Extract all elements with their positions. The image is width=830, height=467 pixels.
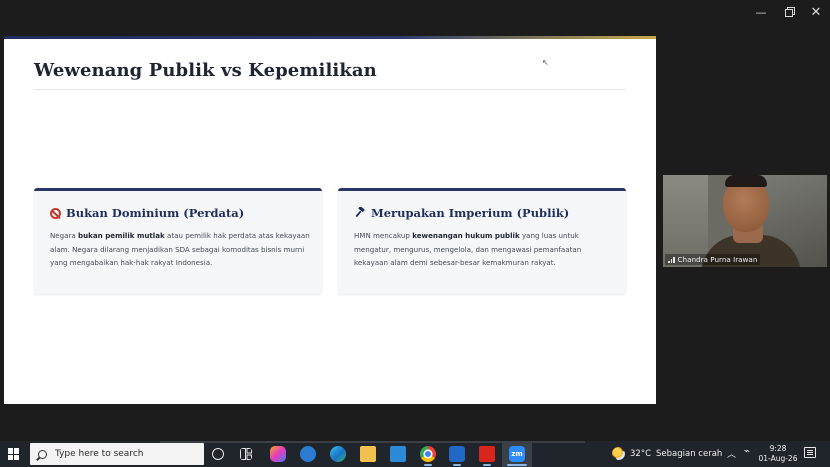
card-body-emphasis: bukan pemilik mutlak: [78, 231, 165, 240]
participant-name: Chandra Purna Irawan: [677, 255, 758, 264]
restore-icon: [785, 9, 793, 17]
card-body: Negara bukan pemilik mutlak atau pemilik…: [50, 229, 312, 270]
card-imperium: Merupakan Imperium (Publik) HMN mencakup…: [338, 188, 626, 294]
web-search-icon[interactable]: [300, 446, 316, 462]
maximize-button[interactable]: [782, 6, 796, 20]
minimize-button[interactable]: —: [754, 6, 768, 20]
card-title: Merupakan Imperium (Publik): [371, 206, 570, 220]
system-clock[interactable]: 9:28 01-Aug-26: [756, 444, 800, 464]
search-icon: [38, 449, 47, 459]
participant-name-tag: Chandra Purna Irawan: [665, 254, 761, 265]
card-header: Bukan Dominium (Perdata): [50, 206, 244, 220]
weather-temperature: 32°C: [630, 448, 652, 459]
pdf-reader-icon[interactable]: [479, 446, 495, 462]
screen: — ✕ Wewenang Publik vs Kepemilikan Bukan…: [0, 0, 830, 467]
mouse-cursor-icon: ↖: [542, 58, 549, 67]
task-view-icon[interactable]: [240, 448, 252, 460]
slide-title: Wewenang Publik vs Kepemilikan: [34, 60, 377, 81]
signal-icon: [668, 256, 675, 263]
edge-icon[interactable]: [330, 446, 346, 462]
chrome-icon[interactable]: [420, 446, 436, 462]
shared-slide: Wewenang Publik vs Kepemilikan Bukan Dom…: [4, 36, 656, 404]
running-indicator: [424, 464, 432, 466]
notification-icon[interactable]: [804, 447, 816, 458]
participant-video-tile[interactable]: Chandra Purna Irawan: [663, 175, 827, 267]
search-placeholder: Type here to search: [55, 449, 144, 459]
cortana-icon[interactable]: [212, 448, 224, 460]
windows-start-button[interactable]: [8, 448, 20, 460]
video-person: [725, 175, 767, 187]
chevron-up-icon[interactable]: ︿: [727, 447, 736, 460]
card-body-text: HMN mencakup: [354, 231, 413, 240]
clock-time: 9:28: [769, 444, 787, 453]
card-dominium: Bukan Dominium (Perdata) Negara bukan pe…: [34, 188, 322, 294]
partly-sunny-icon: [612, 447, 625, 460]
copilot-icon[interactable]: [270, 446, 286, 462]
card-header: Merupakan Imperium (Publik): [354, 206, 569, 220]
running-indicator: [483, 464, 491, 466]
file-explorer-icon[interactable]: [360, 446, 376, 462]
running-indicator: [507, 464, 527, 466]
card-body: HMN mencakup kewenangan hukum publik yan…: [354, 229, 616, 270]
close-button[interactable]: ✕: [809, 6, 823, 20]
weather-widget[interactable]: 32°C Sebagian cerah: [612, 447, 722, 460]
taskbar-search-box[interactable]: Type here to search: [30, 443, 204, 465]
ban-icon: [50, 207, 61, 219]
outlook-icon[interactable]: [449, 446, 465, 462]
weather-description: Sebagian cerah: [656, 448, 723, 459]
slide-accent-bar: [4, 36, 656, 39]
network-icon[interactable]: ⌁: [744, 446, 750, 457]
store-icon[interactable]: [390, 446, 406, 462]
zoom-icon[interactable]: zm: [509, 446, 525, 462]
taskbar: Type here to search zm 32°C Sebagian cer…: [0, 441, 830, 467]
card-body-emphasis: kewenangan hukum publik: [412, 231, 520, 240]
card-title: Bukan Dominium (Perdata): [66, 206, 245, 220]
clock-date: 01-Aug-26: [758, 454, 798, 463]
card-body-text: Negara: [50, 231, 79, 240]
running-indicator: [453, 464, 461, 466]
title-divider: [34, 89, 626, 90]
gavel-icon: [355, 207, 365, 217]
